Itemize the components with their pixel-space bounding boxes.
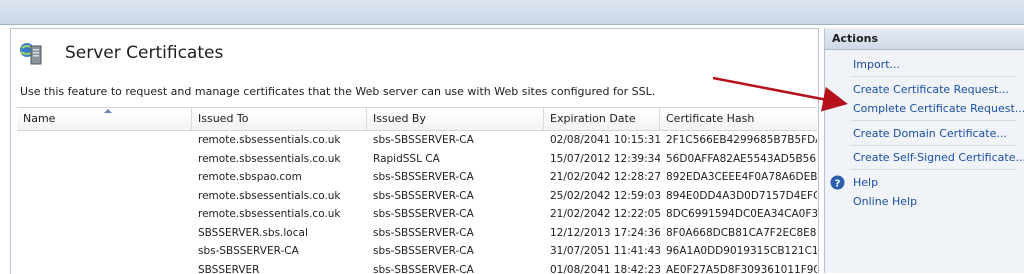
- cell-certificate-hash: 894E0DD4A3D0D7157D4EFC: [660, 187, 817, 205]
- table-row[interactable]: remote.sbsessentials.co.ukRapidSSL CA15/…: [17, 150, 817, 169]
- cell-certificate-hash: 2F1C566EB4299685B7B5FDA: [660, 131, 817, 149]
- certificates-table: Name Issued To Issued By Expiration Date…: [17, 107, 817, 274]
- cell-issued-to: SBSSERVER.sbs.local: [192, 224, 367, 242]
- cell-certificate-hash: 8F0A668DCB81CA7F2EC8E8: [660, 224, 817, 242]
- window-top-bar: [0, 0, 1024, 25]
- cell-issued-by: sbs-SBSSERVER-CA: [367, 205, 544, 223]
- cell-name: [17, 224, 192, 242]
- table-row[interactable]: remote.sbspao.comsbs-SBSSERVER-CA21/02/2…: [17, 168, 817, 187]
- create-domain-certificate-link[interactable]: Create Domain Certificate...: [853, 127, 1007, 140]
- help-icon: ?: [830, 175, 845, 190]
- cell-expiration-date: 21/02/2042 12:28:27: [544, 168, 660, 186]
- features-pane: Server Certificates Use this feature to …: [10, 28, 819, 274]
- table-row[interactable]: sbs-SBSSERVER-CAsbs-SBSSERVER-CA31/07/20…: [17, 242, 817, 261]
- separator: [851, 169, 1016, 170]
- column-header-issued-to[interactable]: Issued To: [192, 108, 367, 130]
- cell-issued-by: RapidSSL CA: [367, 150, 544, 168]
- cell-expiration-date: 02/08/2041 10:15:31: [544, 131, 660, 149]
- cell-expiration-date: 31/07/2051 11:41:43: [544, 242, 660, 260]
- column-header-certificate-hash[interactable]: Certificate Hash: [660, 108, 817, 130]
- cell-certificate-hash: 892EDA3CEEE4F0A78A6DEB: [660, 168, 817, 186]
- online-help-link[interactable]: Online Help: [853, 195, 917, 208]
- cell-issued-to: SBSSERVER: [192, 261, 367, 274]
- cell-issued-by: sbs-SBSSERVER-CA: [367, 242, 544, 260]
- separator: [851, 120, 1016, 121]
- column-header-issued-by[interactable]: Issued By: [367, 108, 544, 130]
- help-link[interactable]: Help: [853, 176, 878, 189]
- page-title: Server Certificates: [65, 43, 223, 63]
- sort-ascending-icon: [104, 109, 112, 113]
- cell-issued-to: remote.sbspao.com: [192, 168, 367, 186]
- actions-pane: Actions Import... Create Certificate Req…: [824, 28, 1024, 273]
- cell-expiration-date: 01/08/2041 18:42:23: [544, 261, 660, 274]
- cell-expiration-date: 21/02/2042 12:22:05: [544, 205, 660, 223]
- import-link[interactable]: Import...: [853, 58, 900, 71]
- cell-name: [17, 131, 192, 149]
- cell-name: [17, 242, 192, 260]
- cell-name: [17, 261, 192, 274]
- cell-name: [17, 205, 192, 223]
- cell-name: [17, 187, 192, 205]
- cell-issued-to: remote.sbsessentials.co.uk: [192, 187, 367, 205]
- svg-text:?: ?: [835, 179, 841, 190]
- cell-certificate-hash: 96A1A0DD9019315CB121C1: [660, 242, 817, 260]
- table-row[interactable]: SBSSERVER.sbs.localsbs-SBSSERVER-CA12/12…: [17, 224, 817, 243]
- table-row[interactable]: remote.sbsessentials.co.uksbs-SBSSERVER-…: [17, 187, 817, 206]
- table-body: remote.sbsessentials.co.uksbs-SBSSERVER-…: [17, 131, 817, 274]
- cell-issued-by: sbs-SBSSERVER-CA: [367, 131, 544, 149]
- cell-name: [17, 150, 192, 168]
- cell-issued-to: remote.sbsessentials.co.uk: [192, 205, 367, 223]
- separator: [851, 145, 1016, 146]
- complete-certificate-request-link[interactable]: Complete Certificate Request...: [853, 102, 1024, 115]
- cell-certificate-hash: AE0F27A5D8F309361011F90: [660, 261, 817, 274]
- page-description: Use this feature to request and manage c…: [20, 85, 655, 98]
- cell-issued-by: sbs-SBSSERVER-CA: [367, 224, 544, 242]
- separator: [851, 76, 1016, 77]
- cell-expiration-date: 15/07/2012 12:39:34: [544, 150, 660, 168]
- server-certificate-icon: [18, 40, 44, 66]
- cell-expiration-date: 25/02/2042 12:59:03: [544, 187, 660, 205]
- table-row[interactable]: SBSSERVERsbs-SBSSERVER-CA01/08/2041 18:4…: [17, 261, 817, 274]
- cell-name: [17, 168, 192, 186]
- cell-issued-to: remote.sbsessentials.co.uk: [192, 131, 367, 149]
- table-row[interactable]: remote.sbsessentials.co.uksbs-SBSSERVER-…: [17, 205, 817, 224]
- column-header-expiration-date[interactable]: Expiration Date: [544, 108, 660, 130]
- create-certificate-request-link[interactable]: Create Certificate Request...: [853, 83, 1009, 96]
- cell-certificate-hash: 56D0AFFA82AE5543AD5B56: [660, 150, 817, 168]
- table-row[interactable]: remote.sbsessentials.co.uksbs-SBSSERVER-…: [17, 131, 817, 150]
- cell-expiration-date: 12/12/2013 17:24:36: [544, 224, 660, 242]
- cell-issued-by: sbs-SBSSERVER-CA: [367, 187, 544, 205]
- cell-issued-by: sbs-SBSSERVER-CA: [367, 168, 544, 186]
- cell-issued-to: remote.sbsessentials.co.uk: [192, 150, 367, 168]
- cell-certificate-hash: 8DC6991594DC0EA34CA0F3: [660, 205, 817, 223]
- create-self-signed-certificate-link[interactable]: Create Self-Signed Certificate...: [853, 151, 1024, 164]
- cell-issued-to: sbs-SBSSERVER-CA: [192, 242, 367, 260]
- table-header: Name Issued To Issued By Expiration Date…: [17, 107, 817, 131]
- cell-issued-by: sbs-SBSSERVER-CA: [367, 261, 544, 274]
- actions-header: Actions: [825, 28, 1024, 50]
